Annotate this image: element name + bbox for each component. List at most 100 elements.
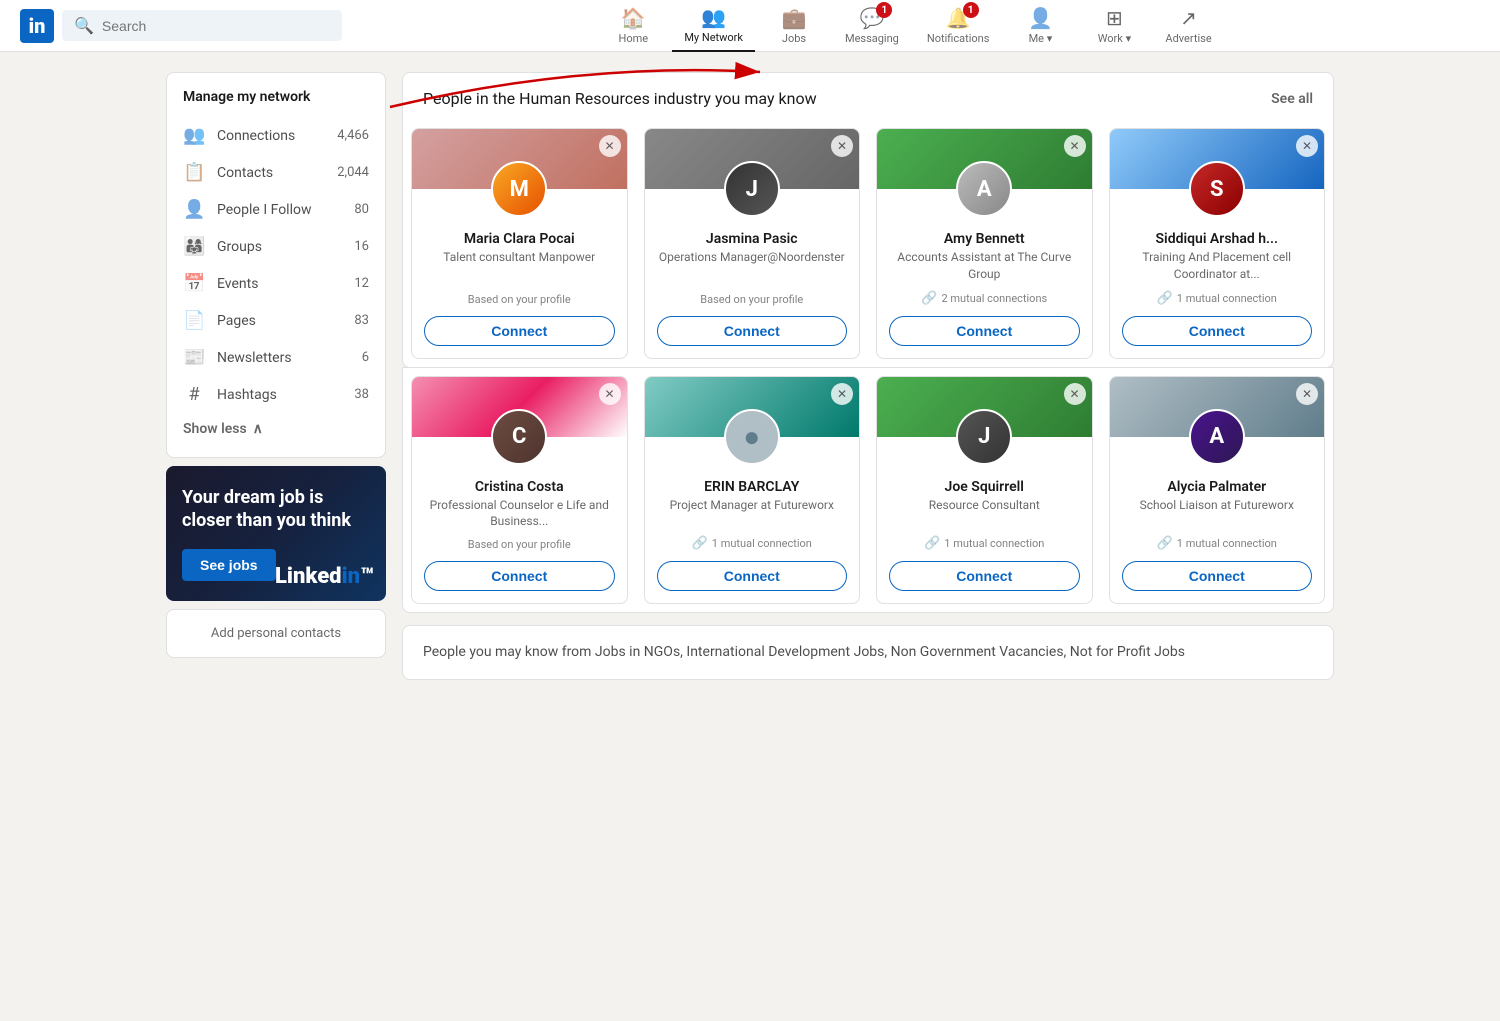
sidebar-item-hashtags[interactable]: # Hashtags 38 bbox=[167, 376, 385, 413]
avatar-wrapper: C bbox=[412, 409, 627, 465]
person-card-maria-clara-pocai: ✕ M Maria Clara Pocai Talent consultant … bbox=[411, 128, 628, 359]
mutual-text: 2 mutual connections bbox=[941, 292, 1047, 305]
groups-count: 16 bbox=[354, 239, 369, 254]
messaging-icon: 💬1 bbox=[859, 6, 884, 30]
nav-home-label: Home bbox=[619, 32, 649, 45]
advertise-icon: ↗ bbox=[1180, 6, 1197, 30]
card-name: Joe Squirrell bbox=[889, 479, 1080, 495]
connect-button-alycia-palmater[interactable]: Connect bbox=[1122, 561, 1313, 591]
bottom-text: People you may know from Jobs in NGOs, I… bbox=[423, 644, 1185, 660]
search-input[interactable] bbox=[102, 18, 330, 34]
card-name: Siddiqui Arshad h... bbox=[1122, 231, 1313, 247]
work-icon: ⊞ bbox=[1106, 6, 1123, 30]
messaging-badge: 1 bbox=[876, 2, 892, 18]
connect-button-siddiqui-arshad[interactable]: Connect bbox=[1122, 316, 1313, 346]
card-mutual: Based on your profile bbox=[424, 293, 615, 306]
card-mutual: 🔗 1 mutual connection bbox=[1122, 291, 1313, 306]
dismiss-alycia-palmater[interactable]: ✕ bbox=[1296, 383, 1318, 405]
add-personal-label: Add personal contacts bbox=[211, 626, 341, 641]
card-mutual: 🔗 1 mutual connection bbox=[657, 536, 848, 551]
connect-button-cristina-costa[interactable]: Connect bbox=[424, 561, 615, 591]
connect-button-jasmina-pasic[interactable]: Connect bbox=[657, 316, 848, 346]
ad-banner: Your dream job is closer than you think … bbox=[166, 466, 386, 601]
connect-button-joe-squirrell[interactable]: Connect bbox=[889, 561, 1080, 591]
hashtags-count: 38 bbox=[354, 387, 369, 402]
dismiss-joe-squirrell[interactable]: ✕ bbox=[1064, 383, 1086, 405]
cards-grid-row2: ✕ C Cristina Costa Professional Counselo… bbox=[402, 367, 1334, 614]
card-name: Cristina Costa bbox=[424, 479, 615, 495]
nav-messaging[interactable]: 💬1 Messaging bbox=[833, 0, 911, 52]
sidebar-item-contacts[interactable]: 📋 Contacts 2,044 bbox=[167, 154, 385, 191]
nav-my-network[interactable]: 👥 My Network bbox=[672, 0, 755, 52]
sidebar-item-events[interactable]: 📅 Events 12 bbox=[167, 265, 385, 302]
hashtags-icon: # bbox=[183, 384, 205, 405]
chevron-up-icon: ∧ bbox=[253, 421, 263, 437]
avatar-wrapper: A bbox=[1110, 409, 1325, 465]
person-card-amy-bennett: ✕ A Amy Bennett Accounts Assistant at Th… bbox=[876, 128, 1093, 359]
person-card-cristina-costa: ✕ C Cristina Costa Professional Counselo… bbox=[411, 376, 628, 605]
connect-button-amy-bennett[interactable]: Connect bbox=[889, 316, 1080, 346]
nav-notifications-label: Notifications bbox=[927, 32, 990, 45]
connections-icon: 👥 bbox=[183, 125, 205, 146]
mutual-text: Based on your profile bbox=[468, 293, 571, 306]
card-body-siddiqui-arshad: Siddiqui Arshad h... Training And Placem… bbox=[1110, 217, 1325, 358]
dismiss-amy-bennett[interactable]: ✕ bbox=[1064, 135, 1086, 157]
notifications-badge: 1 bbox=[963, 2, 979, 18]
sidebar-title: Manage my network bbox=[167, 85, 385, 117]
nav-me[interactable]: 👤 Me ▾ bbox=[1005, 0, 1075, 52]
avatar-wrapper: ● bbox=[645, 409, 860, 465]
nav-work-label: Work ▾ bbox=[1098, 32, 1131, 45]
avatar-joe-squirrell: J bbox=[956, 409, 1012, 465]
card-title: Resource Consultant bbox=[889, 497, 1080, 529]
connect-button-maria-clara-pocai[interactable]: Connect bbox=[424, 316, 615, 346]
dismiss-erin-barclay[interactable]: ✕ bbox=[831, 383, 853, 405]
sidebar-item-newsletters[interactable]: 📰 Newsletters 6 bbox=[167, 339, 385, 376]
nav-advertise[interactable]: ↗ Advertise bbox=[1153, 0, 1223, 52]
card-body-cristina-costa: Cristina Costa Professional Counselor e … bbox=[412, 465, 627, 604]
person-card-siddiqui-arshad: ✕ S Siddiqui Arshad h... Training And Pl… bbox=[1109, 128, 1326, 359]
card-title: Project Manager at Futureworx bbox=[657, 497, 848, 529]
card-title: School Liaison at Futureworx bbox=[1122, 497, 1313, 529]
groups-icon: 👨‍👩‍👧 bbox=[183, 236, 205, 257]
card-mutual: 🔗 1 mutual connection bbox=[1122, 536, 1313, 551]
see-all-link[interactable]: See all bbox=[1271, 91, 1313, 107]
card-title: Accounts Assistant at The Curve Group bbox=[889, 249, 1080, 283]
see-jobs-button[interactable]: See jobs bbox=[182, 549, 276, 581]
dismiss-siddiqui-arshad[interactable]: ✕ bbox=[1296, 135, 1318, 157]
nav-work[interactable]: ⊞ Work ▾ bbox=[1079, 0, 1149, 52]
nav-home[interactable]: 🏠 Home bbox=[598, 0, 668, 52]
contacts-count: 2,044 bbox=[337, 165, 369, 180]
nav-notifications[interactable]: 🔔1 Notifications bbox=[915, 0, 1002, 52]
dismiss-cristina-costa[interactable]: ✕ bbox=[599, 383, 621, 405]
card-mutual: 🔗 1 mutual connection bbox=[889, 536, 1080, 551]
show-less-button[interactable]: Show less ∧ bbox=[167, 413, 385, 445]
avatar-jasmina-pasic: J bbox=[724, 161, 780, 217]
add-personal-contacts[interactable]: Add personal contacts bbox=[166, 609, 386, 658]
person-card-erin-barclay: ✕ ● ERIN BARCLAY Project Manager at Futu… bbox=[644, 376, 861, 605]
mutual-text: 1 mutual connection bbox=[1177, 292, 1277, 305]
nav-jobs[interactable]: 💼 Jobs bbox=[759, 0, 829, 52]
bottom-section: People you may know from Jobs in NGOs, I… bbox=[402, 625, 1334, 680]
groups-label: Groups bbox=[217, 239, 342, 255]
nav-me-label: Me ▾ bbox=[1029, 32, 1053, 45]
mutual-connections-icon: 🔗 bbox=[1157, 536, 1173, 551]
sidebar-item-people-follow[interactable]: 👤 People I Follow 80 bbox=[167, 191, 385, 228]
dismiss-jasmina-pasic[interactable]: ✕ bbox=[831, 135, 853, 157]
dismiss-maria-clara-pocai[interactable]: ✕ bbox=[599, 135, 621, 157]
cards-grid-row1: ✕ M Maria Clara Pocai Talent consultant … bbox=[402, 120, 1334, 368]
avatar-maria-clara-pocai: M bbox=[491, 161, 547, 217]
search-bar[interactable]: 🔍 bbox=[62, 10, 342, 41]
card-title: Professional Counselor e Life and Busine… bbox=[424, 497, 615, 531]
newsletters-icon: 📰 bbox=[183, 347, 205, 368]
search-icon: 🔍 bbox=[74, 16, 94, 35]
card-body-joe-squirrell: Joe Squirrell Resource Consultant 🔗 1 mu… bbox=[877, 465, 1092, 604]
events-icon: 📅 bbox=[183, 273, 205, 294]
linkedin-ad-logo: Linkedin™ bbox=[275, 564, 374, 589]
sidebar-item-pages[interactable]: 📄 Pages 83 bbox=[167, 302, 385, 339]
connect-button-erin-barclay[interactable]: Connect bbox=[657, 561, 848, 591]
connections-count: 4,466 bbox=[337, 128, 369, 143]
linkedin-logo[interactable]: in bbox=[20, 9, 54, 43]
sidebar-item-connections[interactable]: 👥 Connections 4,466 bbox=[167, 117, 385, 154]
mutual-text: 1 mutual connection bbox=[944, 537, 1044, 550]
sidebar-item-groups[interactable]: 👨‍👩‍👧 Groups 16 bbox=[167, 228, 385, 265]
